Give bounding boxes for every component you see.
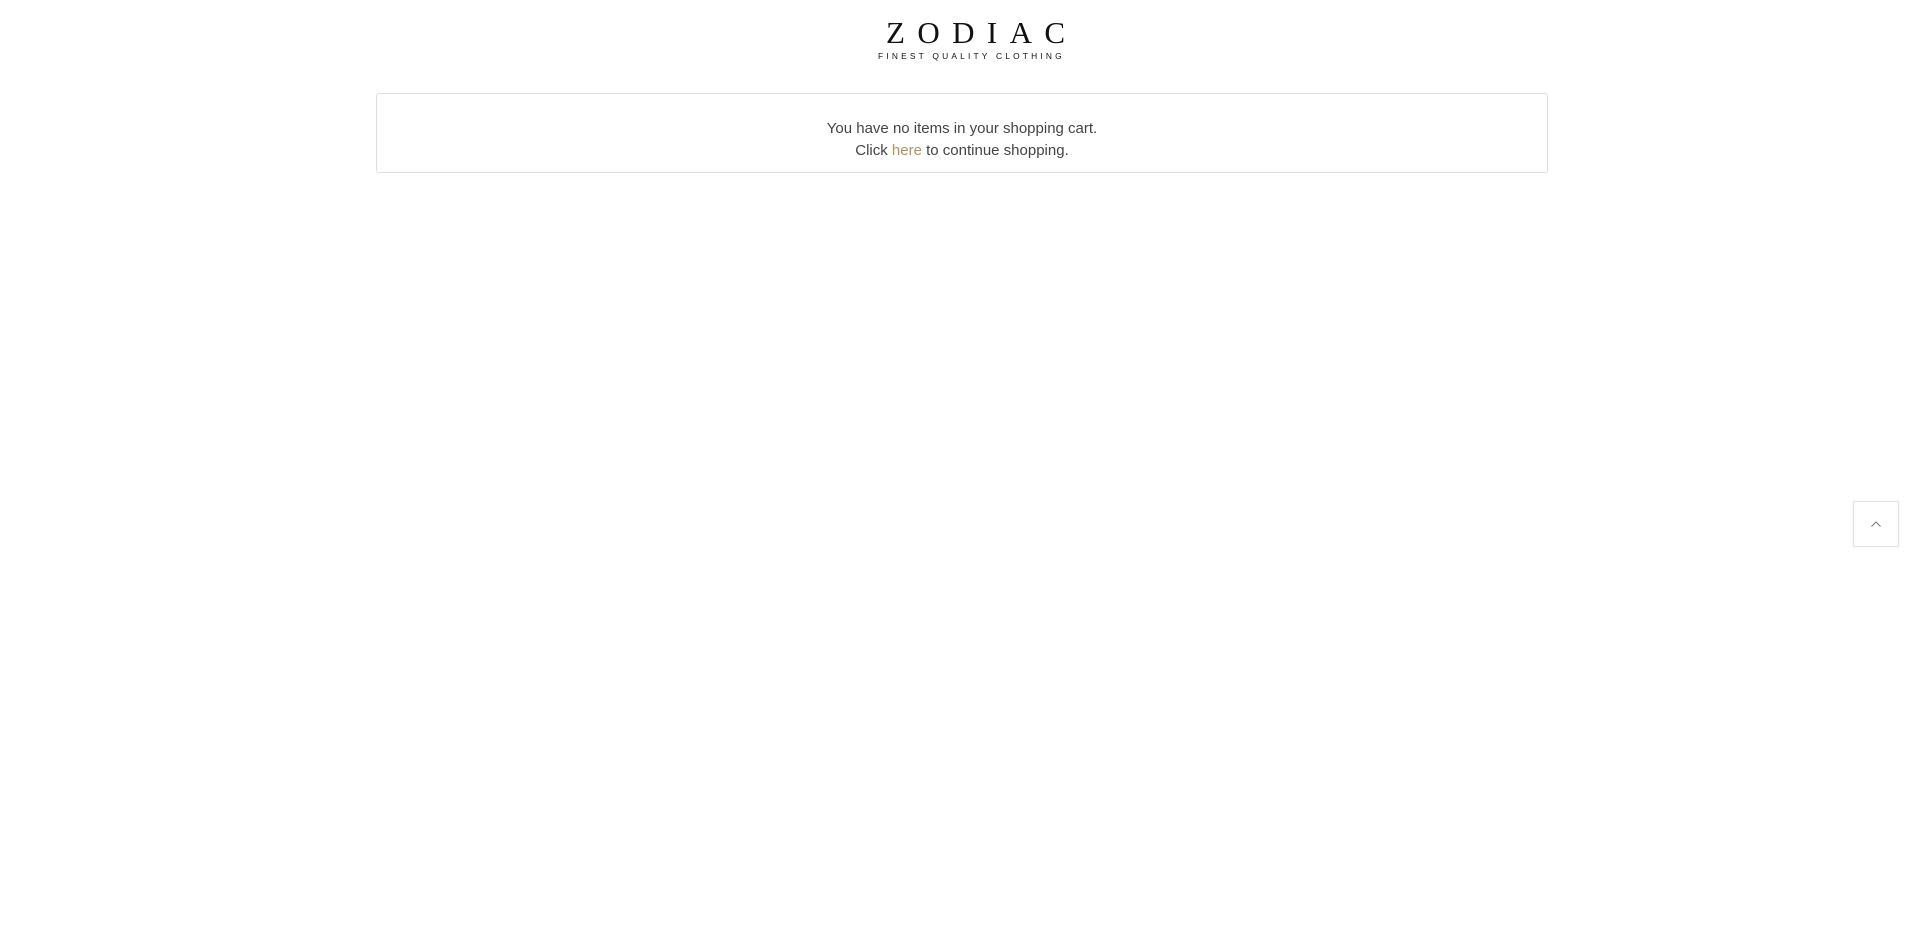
continue-shopping-suffix: to continue shopping. [921, 142, 1069, 159]
empty-cart-message-box: You have no items in your shopping cart.… [376, 93, 1548, 173]
empty-cart-message: You have no items in your shopping cart. [826, 120, 1098, 137]
chevron-up-icon [1870, 520, 1882, 528]
zodiac-logo[interactable]: ZODIAC FINEST QUALITY CLOTHING [876, 15, 1078, 64]
site-header: ZODIAC FINEST QUALITY CLOTHING [0, 0, 1920, 80]
back-to-top-button[interactable] [1853, 501, 1899, 547]
continue-shopping-prefix: Click [855, 142, 892, 159]
continue-shopping-line: Click here to continue shopping. [377, 140, 1547, 162]
logo-tagline: FINEST QUALITY CLOTHING [878, 51, 1065, 61]
logo-wordmark: ZODIAC [886, 15, 1078, 50]
continue-shopping-link[interactable]: here [892, 142, 922, 159]
